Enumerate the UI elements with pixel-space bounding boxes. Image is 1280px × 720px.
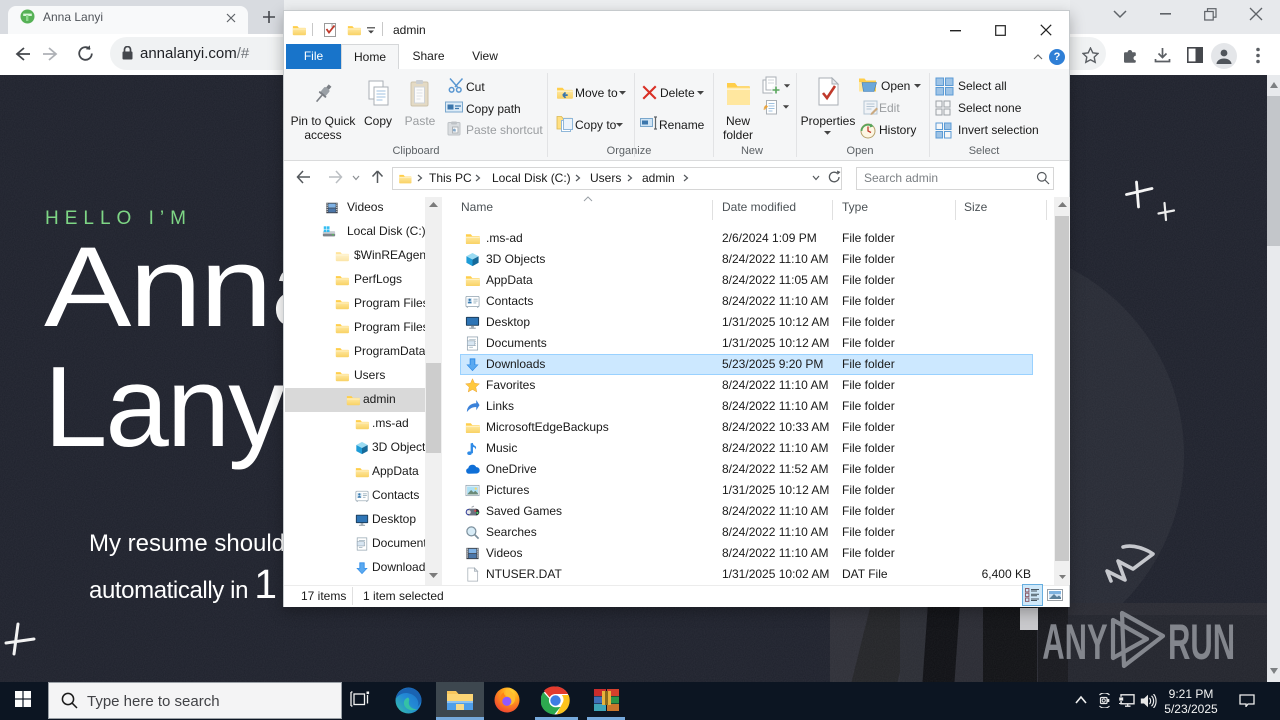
svg-text:ANY: ANY	[1042, 613, 1108, 669]
svg-text:RUN: RUN	[1168, 613, 1235, 669]
